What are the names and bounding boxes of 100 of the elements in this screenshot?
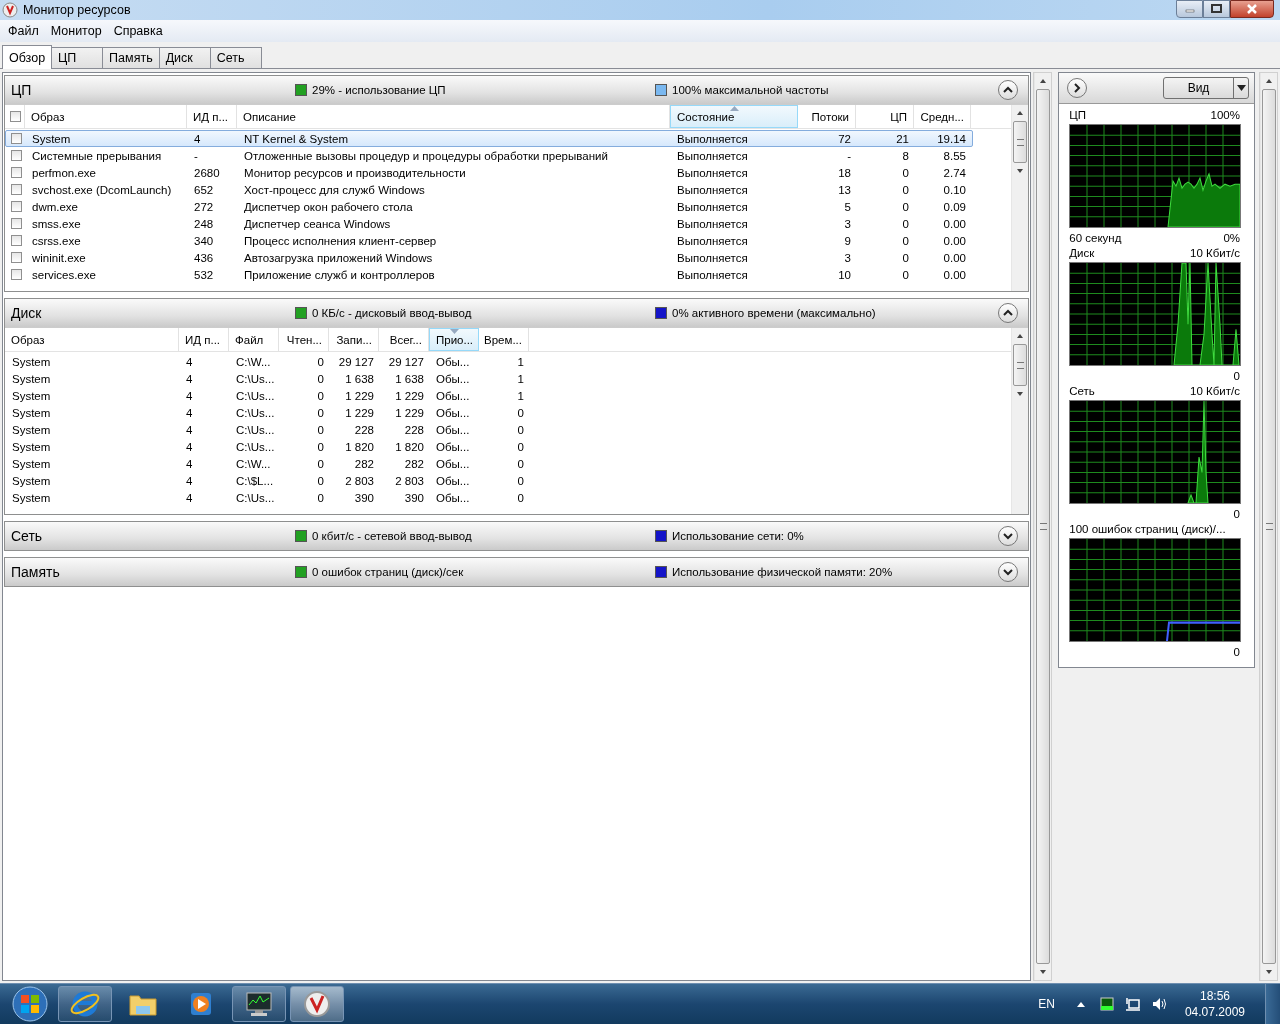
maximize-button[interactable] bbox=[1203, 0, 1230, 18]
scrollbar-thumb[interactable] bbox=[1013, 121, 1028, 163]
table-cell-text: 1 638 bbox=[344, 372, 375, 385]
table-cell-text: 29 127 bbox=[337, 355, 375, 368]
scrollbar[interactable] bbox=[1034, 73, 1052, 980]
table-cell-text: System bbox=[11, 406, 52, 419]
column-label: Прио... bbox=[436, 333, 474, 346]
table-row[interactable]: System 4 C:\W... 0 282 282 Обы... 0 bbox=[5, 455, 531, 472]
scrollbar-thumb[interactable] bbox=[1013, 344, 1028, 386]
column-header[interactable]: Средн... bbox=[914, 105, 971, 128]
collapse-button[interactable] bbox=[998, 303, 1019, 323]
table-cell-text: Обы... bbox=[435, 423, 471, 436]
column-header[interactable]: Состояние bbox=[670, 105, 798, 128]
checkbox[interactable] bbox=[10, 111, 21, 122]
table-row[interactable]: System 4 C:\Us... 0 228 228 Обы... 0 bbox=[5, 421, 531, 438]
checkbox[interactable] bbox=[11, 269, 22, 280]
table-row[interactable]: System 4 C:\W... 0 29 127 29 127 Обы... 1 bbox=[5, 353, 531, 370]
table-cell-text: 8 bbox=[901, 149, 910, 162]
table-row[interactable]: System 4 C:\Us... 0 1 229 1 229 Обы... 0 bbox=[5, 404, 531, 421]
table-cell-text: C:\Us... bbox=[235, 423, 276, 436]
table-cell-text: Обы... bbox=[435, 440, 471, 453]
tab[interactable]: Сеть bbox=[209, 47, 262, 68]
taskbar-button[interactable] bbox=[58, 986, 112, 1022]
table-row[interactable]: System 4 C:\Us... 0 390 390 Обы... 0 bbox=[5, 489, 531, 506]
checkbox[interactable] bbox=[11, 235, 22, 246]
checkbox[interactable] bbox=[11, 201, 22, 212]
expand-button[interactable] bbox=[998, 562, 1019, 582]
table-row[interactable]: System 4 C:\Us... 0 1 820 1 820 Обы... 0 bbox=[5, 438, 531, 455]
table-row[interactable]: svchost.exe (DcomLaunch) 652 Хост-процесс для служб Windows Выполняется 13 0 0.10 bbox=[5, 181, 973, 198]
meter-icon[interactable] bbox=[1098, 996, 1115, 1012]
expand-button[interactable] bbox=[1067, 78, 1088, 98]
taskbar-button[interactable] bbox=[232, 986, 286, 1022]
chevron-icon bbox=[1003, 568, 1014, 576]
table-cell-text: 0.00 bbox=[942, 217, 967, 230]
table-row[interactable]: Системные прерывания - Отложенные вызовы процедур и процедуры обработки прерываний Выполняется - 8 8.55 bbox=[5, 147, 973, 164]
column-header[interactable]: Врем... bbox=[479, 328, 529, 351]
column-header[interactable]: Чтен... bbox=[279, 328, 329, 351]
table-cell-text: 0 bbox=[901, 251, 910, 264]
tab[interactable]: Диск bbox=[158, 47, 211, 68]
table-cell-text: 282 bbox=[353, 457, 375, 470]
table-row[interactable]: System 4 C:\$L... 0 2 803 2 803 Обы... 0 bbox=[5, 472, 531, 489]
scrollbar[interactable] bbox=[1260, 73, 1277, 980]
scrollbar-thumb[interactable] bbox=[1262, 89, 1276, 964]
table-row[interactable]: dwm.exe 272 Диспетчер окон рабочего стола Выполняется 5 0 0.09 bbox=[5, 198, 973, 215]
checkbox[interactable] bbox=[11, 150, 22, 161]
column-header[interactable]: ИД п... bbox=[179, 328, 229, 351]
tab[interactable]: ЦП bbox=[51, 47, 104, 68]
table-cell-text: 4 bbox=[185, 423, 194, 436]
view-dropdown[interactable]: Вид bbox=[1163, 77, 1249, 99]
checkbox[interactable] bbox=[11, 133, 22, 144]
table-cell-text: 1 638 bbox=[394, 372, 425, 385]
table-row[interactable]: System 4 C:\Us... 0 1 229 1 229 Обы... 1 bbox=[5, 387, 531, 404]
menu-item[interactable]: Справка bbox=[107, 24, 169, 38]
column-header[interactable]: ИД п... bbox=[187, 105, 237, 128]
checkbox[interactable] bbox=[11, 218, 22, 229]
column-header[interactable]: Образ bbox=[25, 105, 187, 128]
menu-item[interactable]: Монитор bbox=[44, 24, 108, 38]
column-header[interactable]: Запи... bbox=[329, 328, 379, 351]
tab[interactable]: Обзор bbox=[2, 45, 53, 69]
graph-min-label: 0 bbox=[1233, 369, 1240, 382]
table-row[interactable]: System 4 NT Kernel & System Выполняется 72 21 19.14 bbox=[5, 130, 973, 147]
checkbox[interactable] bbox=[11, 184, 22, 195]
table-cell-text: 532 bbox=[193, 268, 215, 281]
table-cell-text: 4 bbox=[185, 474, 194, 487]
scrollbar-thumb[interactable] bbox=[1036, 89, 1051, 964]
tab[interactable]: Память bbox=[102, 47, 160, 68]
column-header[interactable]: Прио... bbox=[429, 328, 479, 351]
table-row[interactable]: services.exe 532 Приложение служб и контроллеров Выполняется 10 0 0.00 bbox=[5, 266, 973, 283]
clock[interactable]: 18:56 04.07.2009 bbox=[1184, 988, 1245, 1020]
table-cell-text: Выполняется bbox=[676, 251, 749, 264]
menu-item[interactable]: Файл bbox=[2, 24, 45, 38]
scrollbar[interactable] bbox=[1011, 328, 1029, 514]
table-row[interactable]: csrss.exe 340 Процесс исполнения клиент-сервер Выполняется 9 0 0.00 bbox=[5, 232, 973, 249]
table-cell-text: 4 bbox=[185, 389, 194, 402]
section-header[interactable]: ЦП 29% - использование ЦП 100% максимальной частоты bbox=[5, 76, 1029, 104]
close-button[interactable] bbox=[1230, 0, 1274, 18]
table-row[interactable]: perfmon.exe 2680 Монитор ресурсов и производительности Выполняется 18 0 2.74 bbox=[5, 164, 973, 181]
table-cell-text: Диспетчер сеанса Windows bbox=[243, 217, 392, 230]
collapse-button[interactable] bbox=[998, 80, 1019, 100]
expand-button[interactable] bbox=[998, 526, 1019, 546]
section-header[interactable]: Диск 0 КБ/с - дисковый ввод-вывод 0% активного времени (максимально) bbox=[5, 299, 1029, 327]
checkbox[interactable] bbox=[11, 252, 22, 263]
table-cell-text: 18 bbox=[837, 166, 852, 179]
column-header[interactable]: Файл bbox=[229, 328, 279, 351]
table-row[interactable]: smss.exe 248 Диспетчер сеанса Windows Выполняется 3 0 0.00 bbox=[5, 215, 973, 232]
table-cell-text: 4 bbox=[185, 457, 194, 470]
table-row[interactable]: wininit.exe 436 Автозагрузка приложений Windows Выполняется 3 0 0.00 bbox=[5, 249, 973, 266]
speaker-icon[interactable] bbox=[1150, 996, 1167, 1012]
column-header[interactable]: Потоки bbox=[798, 105, 856, 128]
language-indicator[interactable]: EN bbox=[1038, 997, 1055, 1011]
column-header[interactable]: Образ bbox=[5, 328, 179, 351]
section-header[interactable]: Сеть 0 кбит/с - сетевой ввод-вывод Использование сети: 0% bbox=[5, 522, 1029, 550]
network-icon[interactable] bbox=[1124, 996, 1141, 1012]
table-row[interactable]: System 4 C:\Us... 0 1 638 1 638 Обы... 1 bbox=[5, 370, 531, 387]
section-header[interactable]: Память 0 ошибок страниц (диск)/сек Использование физической памяти: 20% bbox=[5, 558, 1029, 586]
table-cell-text: 228 bbox=[353, 423, 375, 436]
checkbox[interactable] bbox=[11, 167, 22, 178]
taskbar-button[interactable] bbox=[290, 986, 344, 1022]
column-header[interactable]: ЦП bbox=[856, 105, 914, 128]
scrollbar[interactable] bbox=[1011, 105, 1029, 291]
